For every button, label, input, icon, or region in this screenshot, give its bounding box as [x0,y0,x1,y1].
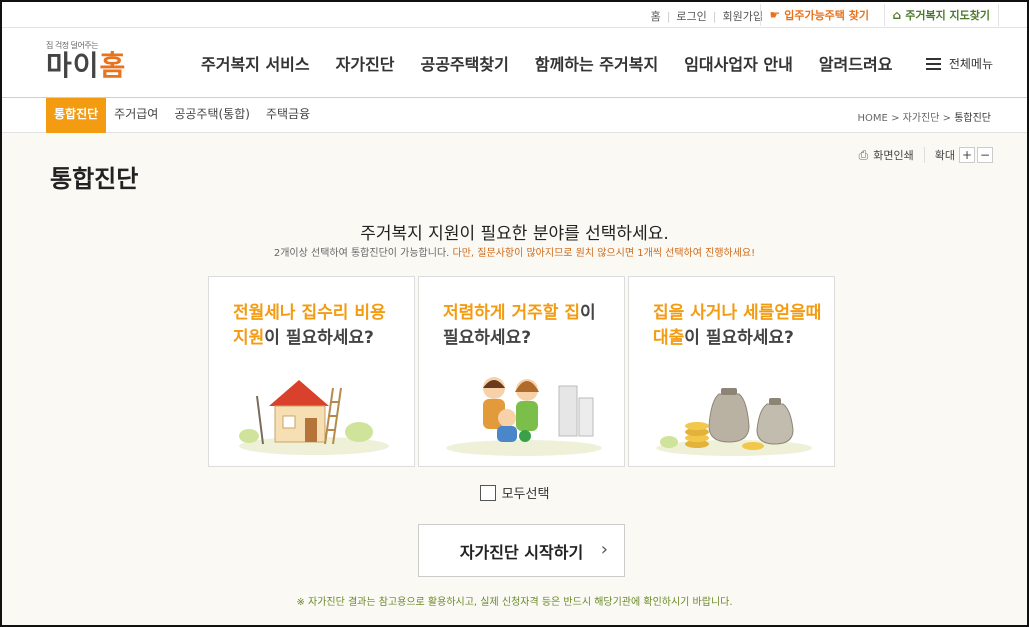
card-text-rest: 이 필요하세요? [684,328,794,348]
card-highlight: 대출 [653,328,685,348]
nav-together-welfare[interactable]: 함께하는 주거복지 [535,51,658,75]
diagnosis-cards: 전월세나 집수리 비용 지원이 필요하세요? 저렴하게 거주할 집이 필요하세요… [208,276,835,467]
start-diagnosis-label: 자가진단 시작하기 [459,542,584,562]
tab-integrated-diagnosis[interactable]: 통합진단 [46,98,107,139]
move-in-house-button[interactable]: ☛ 입주가능주택 찾기 [760,4,877,26]
move-in-house-label: 입주가능주택 찾기 [784,9,869,22]
start-diagnosis-button[interactable]: 자가진단 시작하기 › [418,524,625,577]
zoom-label: 확대 [934,149,955,162]
card-text: 저렴하게 거주할 집이 필요하세요? [443,301,596,351]
breadcrumb-separator: > [942,113,955,124]
site-header: 집 걱정 덜어주는 마이홈 주거복지 서비스 자가진단 공공주택찾기 함께하는 … [2,28,1027,98]
card-text-rest: 필요하세요? [443,328,532,348]
sub-navigation: 통합진단 주거급여 공공주택(통합) 주택금융 HOME > 자가진단 > 통합… [2,98,1027,139]
breadcrumb: HOME > 자가진단 > 통합진단 [858,109,991,124]
breadcrumb-home[interactable]: HOME [858,113,888,124]
card-rent-repair-support[interactable]: 전월세나 집수리 비용 지원이 필요하세요? [208,276,415,467]
select-all-checkbox[interactable] [479,484,496,501]
house-icon: ⌂ [892,8,902,22]
nav-self-diagnosis[interactable]: 자가진단 [336,51,395,75]
all-menu-label: 전체메뉴 [948,57,993,71]
nav-welfare-services[interactable]: 주거복지 서비스 [201,51,310,75]
tab-housing-benefit[interactable]: 주거급여 [106,98,166,133]
print-label: 화면인쇄 [873,149,914,162]
selection-instructions: 2개이상 선택하여 통합진단이 가능합니다. 다만, 질문사항이 많아지므로 원… [2,244,1027,259]
chevron-right-icon: › [600,539,608,560]
printer-icon: ⎙ [858,147,869,162]
login-link[interactable]: 로그인 [670,8,712,24]
card-text: 전월세나 집수리 비용 지원이 필요하세요? [233,301,386,351]
main-content: 통합진단 ⎙ 화면인쇄 확대 + − 주거복지 지원이 필요한 분야를 선택하세… [2,133,1027,625]
card-highlight: 지원 [233,328,265,348]
utility-bar: 홈 | 로그인 | 회원가입 ☛ 입주가능주택 찾기 ⌂ 주거복지 지도찾기 [2,2,1027,28]
home-link[interactable]: 홈 [645,8,667,24]
breadcrumb-separator: > [891,113,903,124]
zoom-out-button[interactable]: − [977,147,993,163]
logo-name: 마이홈 [46,51,126,81]
select-all-row: 모두선택 [2,483,1027,502]
utility-links: 홈 | 로그인 | 회원가입 [645,8,769,24]
nav-rental-business[interactable]: 임대사업자 안내 [684,51,793,75]
card-highlight: 저렴하게 거주할 집 [443,303,580,323]
card-text-rest: 이 필요하세요? [264,328,374,348]
breadcrumb-self-diagnosis[interactable]: 자가진단 [903,113,940,124]
page-title: 통합진단 [50,165,139,193]
instruction-text: 2개이상 선택하여 통합진단이 가능합니다. [273,248,450,259]
page-tools: ⎙ 화면인쇄 확대 + − [859,147,993,163]
card-text-rest: 이 [579,303,596,323]
tab-housing-finance[interactable]: 주택금융 [258,98,318,133]
nav-public-housing[interactable]: 공공주택찾기 [421,51,509,75]
family-illustration [446,377,602,456]
hand-pointer-icon: ☛ [769,8,781,22]
nav-notices[interactable]: 알려드려요 [819,51,893,75]
main-navigation: 주거복지 서비스 자가진단 공공주택찾기 함께하는 주거복지 임대사업자 안내 … [188,28,905,98]
breadcrumb-current: 통합진단 [954,113,991,124]
card-text: 집을 사거나 세를얻을때 대출이 필요하세요? [653,301,821,351]
card-purchase-loan[interactable]: 집을 사거나 세를얻을때 대출이 필요하세요? [628,276,835,467]
welfare-map-label: 주거복지 지도찾기 [905,9,990,22]
instruction-warning: 다만, 질문사항이 많아지므로 원치 않으시면 1개씩 선택하여 진행하세요! [452,248,756,259]
welfare-map-button[interactable]: ⌂ 주거복지 지도찾기 [883,4,999,26]
selection-headline: 주거복지 지원이 필요한 분야를 선택하세요. [360,224,669,244]
all-menu-button[interactable]: 전체메뉴 [925,55,993,72]
zoom-in-button[interactable]: + [959,147,975,163]
sub-tabs: 통합진단 주거급여 공공주택(통합) 주택금융 [46,98,318,139]
card-affordable-housing[interactable]: 저렴하게 거주할 집이 필요하세요? [418,276,625,467]
logo-name-part-b: 홈 [99,49,127,82]
page-frame: 홈 | 로그인 | 회원가입 ☛ 입주가능주택 찾기 ⌂ 주거복지 지도찾기 집… [0,0,1029,627]
house-repair-illustration [239,380,389,455]
disclaimer-note: ※ 자가진단 결과는 참고용으로 활용하시고, 실제 신청자격 등은 반드시 해… [296,597,733,608]
site-logo[interactable]: 집 걱정 덜어주는 마이홈 [46,40,126,81]
print-button[interactable]: ⎙ 화면인쇄 [859,147,925,163]
logo-name-part-a: 마이 [46,49,100,82]
tab-public-housing-integrated[interactable]: 공공주택(통합) [166,98,258,133]
money-bags-illustration [656,388,812,456]
card-highlight: 집을 사거나 세를얻을때 [653,303,822,323]
hamburger-icon [925,57,941,70]
select-all-label[interactable]: 모두선택 [502,483,550,502]
card-highlight: 전월세나 집수리 비용 [233,303,386,323]
